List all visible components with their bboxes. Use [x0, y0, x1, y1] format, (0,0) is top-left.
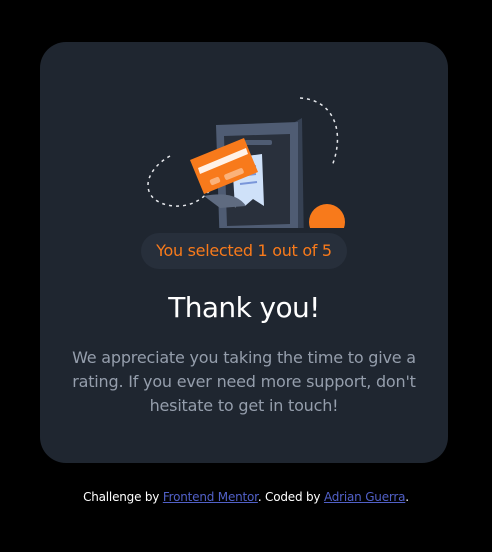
- thank-you-message: We appreciate you taking the time to giv…: [72, 348, 416, 415]
- attribution-suffix: .: [405, 490, 409, 504]
- orange-dot: [309, 204, 345, 228]
- attribution-middle: . Coded by: [257, 490, 324, 504]
- attribution: Challenge by Frontend Mentor. Coded by A…: [0, 488, 492, 506]
- page-title: Thank you!: [168, 291, 320, 324]
- frontend-mentor-link[interactable]: Frontend Mentor: [163, 490, 258, 504]
- payment-receipt-illustration-icon: [147, 97, 345, 228]
- attribution-prefix: Challenge by: [83, 490, 163, 504]
- dashed-orbit-right: [299, 97, 339, 167]
- thank-you-card: You selected 1 out of 5 Thank you! We ap…: [40, 42, 448, 463]
- selected-rating-badge: You selected 1 out of 5: [141, 233, 347, 269]
- phone-speaker: [244, 140, 272, 145]
- author-link[interactable]: Adrian Guerra: [324, 490, 406, 504]
